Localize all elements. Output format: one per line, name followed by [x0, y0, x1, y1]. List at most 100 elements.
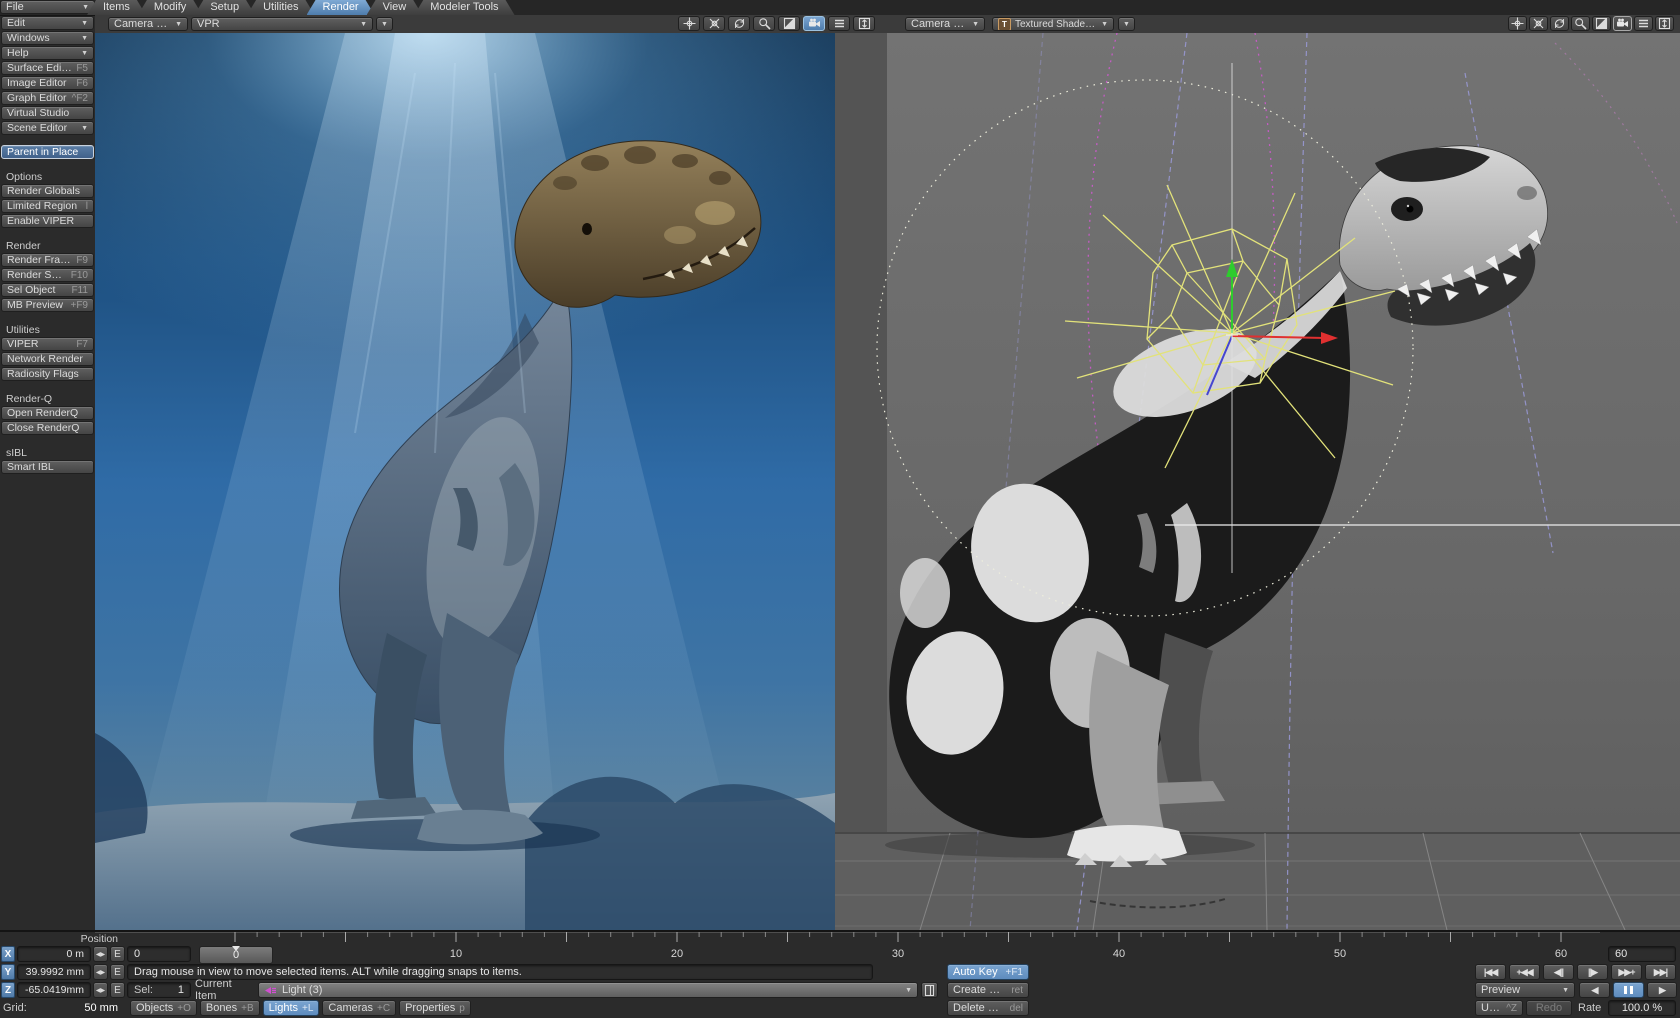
- redo-button[interactable]: Redo: [1526, 1000, 1572, 1016]
- sidebar-item: Utilities ▼: [1, 324, 94, 336]
- play-forward-button[interactable]: ▶: [1647, 982, 1677, 998]
- axis-chip[interactable]: Z: [1, 982, 15, 998]
- sidebar-item[interactable]: Open RenderQ ▼: [1, 406, 94, 420]
- left-render-mode-select[interactable]: VPR▼: [191, 17, 373, 31]
- envelope-button[interactable]: E: [110, 982, 125, 998]
- next-key-button[interactable]: ▶▶+: [1611, 964, 1642, 980]
- tab[interactable]: Modify: [138, 0, 202, 15]
- item-type-button[interactable]: Bones+B: [200, 1000, 260, 1016]
- chevron-down-icon: ▼: [1562, 987, 1569, 994]
- left-view-type-select[interactable]: Camera View▼: [108, 17, 188, 31]
- sidebar-item[interactable]: Windows ▼: [1, 31, 94, 45]
- menu-icon[interactable]: [1634, 16, 1653, 31]
- sidebar-item[interactable]: Render Frame F9 ▼: [1, 253, 94, 267]
- preview-dropdown[interactable]: Preview▼: [1475, 982, 1575, 998]
- left-viewport-options-dropdown[interactable]: ▼: [376, 17, 393, 31]
- delete-key-button[interactable]: Delete Keydel: [947, 1000, 1029, 1016]
- chevron-down-icon: ▼: [81, 20, 88, 27]
- item-properties-button[interactable]: [921, 982, 938, 998]
- camera-icon[interactable]: [803, 16, 825, 31]
- item-type-button[interactable]: Cameras+C: [322, 1000, 396, 1016]
- end-frame-field[interactable]: 60: [1608, 946, 1676, 962]
- orbit-tool-icon[interactable]: [728, 16, 750, 31]
- tab[interactable]: View: [367, 0, 423, 15]
- sidebar-item[interactable]: Virtual Studio ▼: [1, 106, 94, 120]
- minmax-icon[interactable]: [853, 16, 875, 31]
- right-viewport-options-dropdown[interactable]: ▼: [1118, 17, 1135, 31]
- pause-button[interactable]: [1613, 982, 1644, 998]
- maximize-view-icon[interactable]: [778, 16, 800, 31]
- file-menu-button[interactable]: File ▼: [0, 0, 95, 14]
- step-back-button[interactable]: ◀||: [1543, 964, 1574, 980]
- axis-value-field[interactable]: 0 m: [17, 946, 91, 962]
- sidebar-item[interactable]: Enable VIPER ▼: [1, 214, 94, 228]
- right-viewport-canvas[interactable]: [835, 33, 1680, 930]
- right-render-mode-select[interactable]: T Textured Shaded Solid▼: [992, 17, 1114, 31]
- sidebar-item[interactable]: MB Preview +F9 ▼: [1, 298, 94, 312]
- svg-text:50: 50: [1334, 948, 1346, 960]
- axis-value-field[interactable]: 39.9992 mm: [17, 964, 91, 980]
- prev-key-button[interactable]: +◀◀: [1509, 964, 1540, 980]
- axis-stepper[interactable]: ◀▶: [93, 964, 108, 980]
- sidebar-item[interactable]: Close RenderQ ▼: [1, 421, 94, 435]
- left-viewport-canvas[interactable]: [95, 33, 835, 930]
- sidebar-item[interactable]: Surface Editor F5 ▼: [1, 61, 94, 75]
- tab[interactable]: Items: [87, 0, 146, 15]
- create-key-button[interactable]: Create Keyret: [947, 982, 1029, 998]
- current-frame-field[interactable]: 0: [127, 946, 191, 962]
- tab[interactable]: Render: [307, 0, 375, 15]
- item-type-button[interactable]: Objects+O: [130, 1000, 197, 1016]
- sidebar-item[interactable]: Render Globals ▼: [1, 184, 94, 198]
- item-type-button[interactable]: Lights+L: [263, 1000, 320, 1016]
- sidebar-item[interactable]: Limited Region l ▼: [1, 199, 94, 213]
- axis-chip[interactable]: Y: [1, 964, 15, 980]
- play-reverse-button[interactable]: ◀: [1579, 982, 1610, 998]
- auto-key-button[interactable]: Auto Key+F1: [947, 964, 1029, 980]
- sidebar-item[interactable]: VIPER F7 ▼: [1, 337, 94, 351]
- chevron-down-icon: ▼: [81, 125, 88, 132]
- sidebar-item[interactable]: Edit ▼: [1, 16, 94, 30]
- sidebar-item[interactable]: Image Editor F6 ▼: [1, 76, 94, 90]
- zoom-tool-icon[interactable]: [1571, 16, 1590, 31]
- timeline-ruler[interactable]: 0102030405060: [195, 931, 1607, 962]
- orbit-tool-icon[interactable]: [1550, 16, 1569, 31]
- sidebar-item[interactable]: Parent in Place ▼: [1, 145, 94, 159]
- sidebar-item[interactable]: Smart IBL ▼: [1, 460, 94, 474]
- rate-field[interactable]: 100.0 %: [1608, 1000, 1676, 1016]
- maximize-view-icon[interactable]: [1592, 16, 1611, 31]
- undo-button[interactable]: Undo^Z: [1475, 1000, 1523, 1016]
- tab[interactable]: Utilities: [247, 0, 314, 15]
- go-to-end-button[interactable]: ▶▶|: [1645, 964, 1676, 980]
- rotate-tool-icon[interactable]: [703, 16, 725, 31]
- move-tool-icon[interactable]: [1508, 16, 1527, 31]
- sidebar-item[interactable]: Network Render ▼: [1, 352, 94, 366]
- item-type-button[interactable]: Propertiesp: [399, 1000, 471, 1016]
- tab[interactable]: Setup: [194, 0, 255, 15]
- sidebar-item[interactable]: Help ▼: [1, 46, 94, 60]
- tab[interactable]: Modeler Tools: [414, 0, 514, 15]
- sidebar-item[interactable]: Radiosity Flags ▼: [1, 367, 94, 381]
- go-to-start-button[interactable]: |◀◀: [1475, 964, 1506, 980]
- axis-value-field[interactable]: -65.0419mm: [17, 982, 91, 998]
- rotate-tool-icon[interactable]: [1529, 16, 1548, 31]
- current-item-select[interactable]: Light (3) ▼: [258, 982, 918, 998]
- main-tabs: Items Modify Setup Utilities Render View…: [95, 0, 515, 15]
- step-forward-button[interactable]: ||▶: [1577, 964, 1608, 980]
- envelope-button[interactable]: E: [110, 964, 125, 980]
- sidebar-item[interactable]: Graph Editor ^F2 ▼: [1, 91, 94, 105]
- minmax-icon[interactable]: [1655, 16, 1674, 31]
- camera-icon[interactable]: [1613, 16, 1632, 31]
- right-view-type-select[interactable]: Camera View▼: [905, 17, 985, 31]
- sidebar-item[interactable]: Sel Object F11 ▼: [1, 283, 94, 297]
- axis-chip[interactable]: X: [1, 946, 15, 962]
- envelope-button[interactable]: E: [110, 946, 125, 962]
- timeline-slider-handle[interactable]: 0: [199, 946, 273, 964]
- sidebar-item: ▼: [1, 229, 94, 237]
- zoom-tool-icon[interactable]: [753, 16, 775, 31]
- menu-icon[interactable]: [828, 16, 850, 31]
- sidebar-item[interactable]: Scene Editor ▼: [1, 121, 94, 135]
- move-tool-icon[interactable]: [678, 16, 700, 31]
- axis-stepper[interactable]: ◀▶: [93, 982, 108, 998]
- sidebar-item[interactable]: Render Scene F10 ▼: [1, 268, 94, 282]
- axis-stepper[interactable]: ◀▶: [93, 946, 108, 962]
